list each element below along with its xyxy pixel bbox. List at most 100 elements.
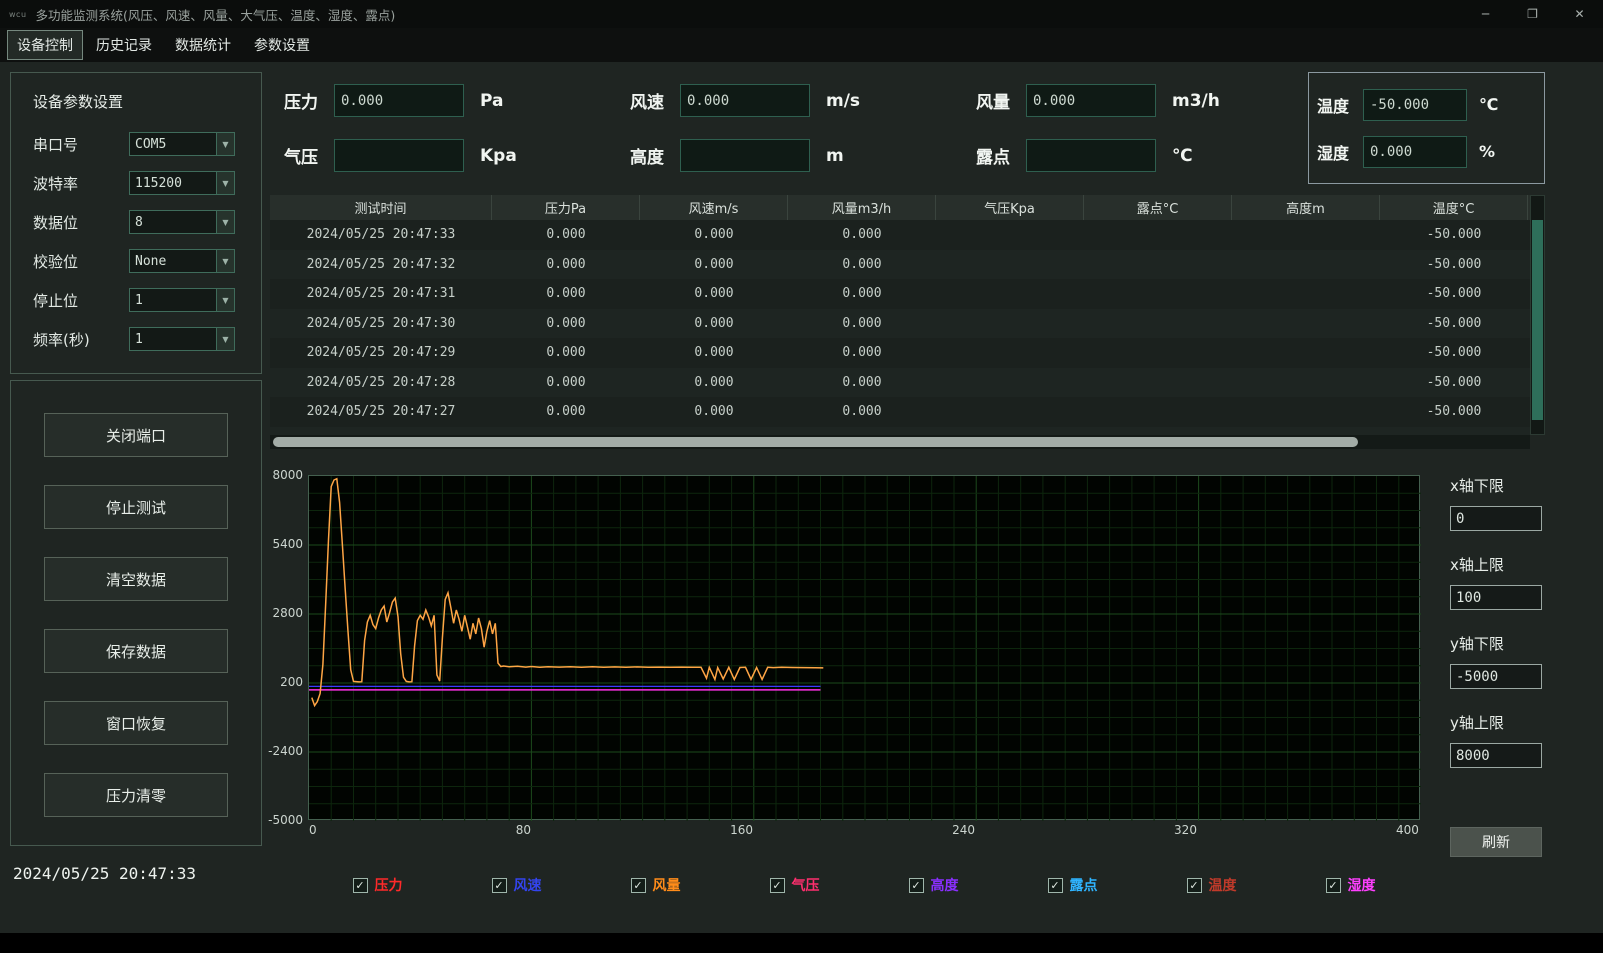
x-tick-label: 80	[516, 823, 531, 837]
main-area: 设备参数设置 串口号COM5▼波特率115200▼数据位8▼校验位None▼停止…	[0, 62, 1603, 933]
table-row[interactable]: 2024/05/25 20:47:280.0000.0000.000-50.00…	[270, 368, 1530, 398]
y-tick-label: 200	[280, 675, 303, 689]
save-data-button[interactable]: 保存数据	[44, 629, 228, 673]
checkbox-icon[interactable]: ✓	[1187, 878, 1202, 893]
frequency-select[interactable]: 1▼	[129, 327, 235, 351]
toggle-pressure[interactable]: ✓压力	[353, 875, 403, 895]
y-max-label: y轴上限	[1450, 712, 1545, 733]
dew-point-toggle-label: 露点	[1070, 875, 1098, 895]
toggle-baro-pressure[interactable]: ✓ 气压	[770, 875, 820, 895]
table-viewport[interactable]: 测试时间压力Pa风速m/s风量m3/h气压Kpa露点°C高度m温度°C 2024…	[270, 195, 1530, 435]
tab-device-control[interactable]: 设备控制	[7, 30, 83, 60]
humidity-value-field[interactable]: 0.000	[1363, 136, 1467, 168]
cell: 0.000	[640, 279, 788, 309]
table-row[interactable]: 2024/05/25 20:47:290.0000.0000.000-50.00…	[270, 338, 1530, 368]
chevron-down-icon[interactable]: ▼	[216, 328, 234, 350]
chevron-down-icon[interactable]: ▼	[216, 289, 234, 311]
cell: 0.000	[492, 427, 640, 436]
minimize-button[interactable]: ─	[1462, 0, 1509, 28]
chart-section: 800054002800200-2400-5000 08016024032040…	[270, 475, 1545, 857]
reading-altitude: 高度m	[616, 139, 962, 172]
baud-rate-select[interactable]: 115200▼	[129, 171, 235, 195]
toggle-dew-point[interactable]: ✓ 露点	[1048, 875, 1098, 895]
refresh-button[interactable]: 刷新	[1450, 827, 1542, 857]
stop-test-button[interactable]: 停止测试	[44, 485, 228, 529]
toggle-altitude[interactable]: ✓高度	[909, 875, 959, 895]
reading-pressure: 压力0.000Pa	[270, 84, 616, 117]
close-button[interactable]: ✕	[1556, 0, 1603, 28]
stop-bits-select[interactable]: 1▼	[129, 288, 235, 312]
checkbox-icon[interactable]: ✓	[770, 878, 785, 893]
table-row[interactable]: 2024/05/25 20:47:320.0000.0000.000-50.00…	[270, 250, 1530, 280]
reading-dew-point: 露点℃	[962, 139, 1308, 172]
checkbox-icon[interactable]: ✓	[353, 878, 368, 893]
toggle-temperature[interactable]: ✓温度	[1187, 875, 1237, 895]
checkbox-icon[interactable]: ✓	[909, 878, 924, 893]
tab-statistics[interactable]: 数据统计	[165, 30, 241, 60]
y-min-label: y轴下限	[1450, 633, 1545, 654]
table-row[interactable]: 2024/05/25 20:47:270.0000.0000.000-50.00…	[270, 397, 1530, 427]
status-timestamp: 2024/05/25 20:47:33	[13, 864, 262, 883]
y-tick-label: 5400	[272, 537, 303, 551]
x-max-input[interactable]: 100	[1450, 585, 1542, 610]
horizontal-scrollbar-thumb[interactable]	[273, 437, 1358, 447]
checkbox-icon[interactable]: ✓	[492, 878, 507, 893]
chevron-down-icon[interactable]: ▼	[216, 172, 234, 194]
y-max-input[interactable]: 8000	[1450, 743, 1542, 768]
chevron-down-icon[interactable]: ▼	[216, 211, 234, 233]
close-port-button[interactable]: 关闭端口	[44, 413, 228, 457]
toggle-air-volume[interactable]: ✓风量	[631, 875, 681, 895]
serial-port-select[interactable]: COM5▼	[129, 132, 235, 156]
zero-pressure-button[interactable]: 压力清零	[44, 773, 228, 817]
table-row[interactable]: 2024/05/25 20:47:310.0000.0000.000-50.00…	[270, 279, 1530, 309]
cell	[1232, 279, 1380, 309]
wind-speed-value-field[interactable]: 0.000	[680, 84, 810, 117]
cell: 2024/05/25 20:47:31	[270, 279, 492, 309]
column-header: 气压Kpa	[936, 195, 1084, 220]
checkbox-icon[interactable]: ✓	[1326, 878, 1341, 893]
reading-air-volume: 风量0.000m3/h	[962, 84, 1308, 117]
chevron-down-icon[interactable]: ▼	[216, 133, 234, 155]
baro-pressure-value-field[interactable]	[334, 139, 464, 172]
humidity-unit: %	[1479, 142, 1495, 161]
vertical-scrollbar[interactable]	[1530, 195, 1545, 435]
y-min-input[interactable]: -5000	[1450, 664, 1542, 689]
tab-settings[interactable]: 参数设置	[244, 30, 320, 60]
cell: -50.000	[1380, 279, 1528, 309]
cell: 2024/05/25 20:47:26	[270, 427, 492, 436]
toggle-humidity[interactable]: ✓湿度	[1326, 875, 1376, 895]
table-row[interactable]: 2024/05/25 20:47:300.0000.0000.000-50.00…	[270, 309, 1530, 339]
vertical-scrollbar-thumb[interactable]	[1532, 220, 1543, 420]
toggle-wind-speed[interactable]: ✓风速	[492, 875, 542, 895]
tab-history[interactable]: 历史记录	[86, 30, 162, 60]
baro-pressure-toggle-label: 气压	[792, 875, 820, 895]
table-row[interactable]: 2024/05/25 20:47:330.0000.0000.000-50.00…	[270, 220, 1530, 250]
data-bits-select[interactable]: 8▼	[129, 210, 235, 234]
chevron-down-icon[interactable]: ▼	[216, 250, 234, 272]
window-controls: ─ ❐ ✕	[1462, 0, 1603, 28]
temperature-label: 温度	[1317, 93, 1363, 117]
field-stop-bits: 停止位1▼	[33, 288, 251, 312]
x-min-input[interactable]: 0	[1450, 506, 1542, 531]
cell: 0.000	[492, 220, 640, 250]
restore-window-button[interactable]: 窗口恢复	[44, 701, 228, 745]
cell: 0.000	[492, 279, 640, 309]
dew-point-value-field[interactable]	[1026, 139, 1156, 172]
air-volume-value-field[interactable]: 0.000	[1026, 84, 1156, 117]
cell	[1232, 368, 1380, 398]
checkbox-icon[interactable]: ✓	[631, 878, 646, 893]
maximize-button[interactable]: ❐	[1509, 0, 1556, 28]
table-row[interactable]: 2024/05/25 20:47:260.0000.0000.000-50.00…	[270, 427, 1530, 436]
parity-select[interactable]: None▼	[129, 249, 235, 273]
axis-controls: x轴下限0x轴上限100y轴下限-5000y轴上限8000刷新	[1450, 475, 1545, 857]
altitude-value-field[interactable]	[680, 139, 810, 172]
clear-data-button[interactable]: 清空数据	[44, 557, 228, 601]
pressure-value-field[interactable]: 0.000	[334, 84, 464, 117]
x-tick-label: 400	[1396, 823, 1419, 837]
checkbox-icon[interactable]: ✓	[1048, 878, 1063, 893]
temperature-value-field[interactable]: -50.000	[1363, 89, 1467, 121]
air-volume-label: 风量	[962, 88, 1026, 113]
frequency-value: 1	[130, 328, 216, 350]
horizontal-scrollbar[interactable]	[270, 435, 1530, 449]
cell	[1084, 368, 1232, 398]
